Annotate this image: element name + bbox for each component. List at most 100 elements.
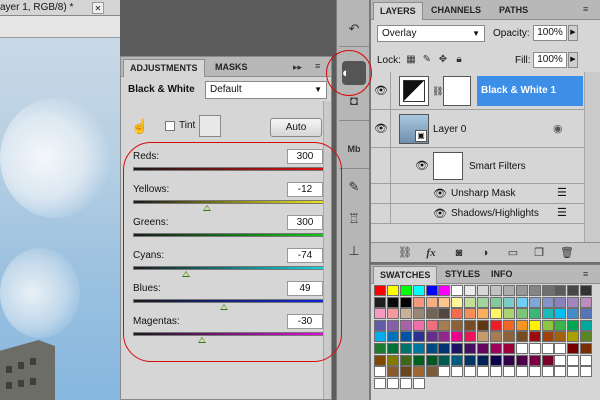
new-layer-icon[interactable]: ❐	[531, 245, 547, 261]
color-swatch[interactable]	[477, 366, 490, 378]
color-swatch[interactable]	[412, 331, 425, 343]
color-swatch[interactable]	[554, 308, 567, 320]
color-swatch[interactable]	[515, 366, 528, 378]
color-swatch[interactable]	[374, 354, 386, 366]
color-swatch[interactable]	[541, 342, 554, 354]
color-swatch[interactable]	[477, 331, 490, 343]
color-swatch[interactable]	[438, 366, 451, 378]
color-swatch[interactable]	[386, 366, 399, 378]
color-swatch[interactable]	[477, 319, 490, 331]
color-swatch[interactable]	[464, 366, 477, 378]
color-swatch[interactable]	[554, 285, 567, 296]
color-swatch[interactable]	[490, 296, 503, 308]
color-swatch[interactable]	[464, 319, 477, 331]
color-swatch[interactable]	[464, 331, 477, 343]
color-swatch[interactable]	[412, 285, 425, 296]
color-swatch[interactable]	[515, 319, 528, 331]
color-swatch[interactable]	[374, 319, 386, 331]
color-swatch[interactable]	[580, 296, 593, 308]
color-swatch[interactable]	[464, 354, 477, 366]
color-swatch[interactable]	[412, 319, 425, 331]
preset-dropdown[interactable]: Default ▼	[205, 81, 327, 99]
color-swatch[interactable]	[399, 319, 412, 331]
visibility-eye-icon[interactable]: 👁︎	[374, 84, 388, 97]
color-swatch[interactable]	[425, 285, 438, 296]
chain-link-icon[interactable]: ⛓	[432, 86, 443, 97]
color-swatch[interactable]	[528, 285, 541, 296]
color-swatch[interactable]	[502, 331, 515, 343]
lock-all-icon[interactable]: 🔒︎	[453, 54, 465, 66]
color-swatch[interactable]	[515, 308, 528, 320]
color-swatch[interactable]	[477, 354, 490, 366]
color-swatch[interactable]	[374, 296, 386, 308]
color-swatch[interactable]	[386, 285, 399, 296]
color-swatch[interactable]	[425, 366, 438, 378]
color-swatch[interactable]	[541, 308, 554, 320]
panel-menu-icon[interactable]: ≡	[583, 269, 588, 279]
color-swatch[interactable]	[399, 331, 412, 343]
color-swatch[interactable]	[567, 308, 580, 320]
color-swatch[interactable]	[502, 342, 515, 354]
color-swatch[interactable]	[567, 354, 580, 366]
color-swatch[interactable]	[374, 308, 386, 320]
tint-checkbox[interactable]	[165, 121, 175, 131]
color-swatch[interactable]	[528, 331, 541, 343]
color-swatch[interactable]	[386, 308, 399, 320]
color-swatch[interactable]	[567, 366, 580, 378]
add-mask-icon[interactable]: ◙	[451, 245, 467, 261]
trash-icon[interactable]: 🗑︎	[559, 245, 575, 261]
opacity-input[interactable]: 100%	[533, 25, 567, 41]
color-swatch[interactable]	[541, 354, 554, 366]
color-swatch[interactable]	[374, 331, 386, 343]
document-tab-close-icon[interactable]: ✕	[92, 2, 104, 14]
color-swatch[interactable]	[567, 296, 580, 308]
tab-styles[interactable]: STYLES	[439, 266, 486, 284]
filter-row-unsharp-mask[interactable]: 👁︎ Unsharp Mask ☰	[371, 184, 584, 204]
tab-layers[interactable]: LAYERS	[373, 2, 423, 20]
color-swatch[interactable]	[528, 308, 541, 320]
color-swatch[interactable]	[528, 319, 541, 331]
color-swatch[interactable]	[528, 354, 541, 366]
color-swatch[interactable]	[438, 331, 451, 343]
auto-button[interactable]: Auto	[270, 118, 322, 137]
color-swatch[interactable]	[438, 319, 451, 331]
color-swatch[interactable]	[438, 354, 451, 366]
color-swatch[interactable]	[412, 308, 425, 320]
color-swatch[interactable]	[451, 319, 464, 331]
color-swatch[interactable]	[567, 342, 580, 354]
filter-blending-options-icon[interactable]: ☰	[557, 206, 567, 219]
color-swatch[interactable]	[580, 342, 593, 354]
color-swatch[interactable]	[490, 308, 503, 320]
lock-transparent-icon[interactable]: ▦	[405, 54, 417, 66]
blend-mode-dropdown[interactable]: Overlay ▼	[377, 25, 485, 42]
color-swatch[interactable]	[580, 308, 593, 320]
color-swatch[interactable]	[567, 331, 580, 343]
color-swatch[interactable]	[528, 366, 541, 378]
layer-row-layer-0[interactable]: 👁︎ ▣ Layer 0 ◉	[371, 110, 584, 148]
color-swatch[interactable]	[567, 319, 580, 331]
history-icon[interactable]: ↶	[343, 18, 365, 40]
color-swatch[interactable]	[477, 296, 490, 308]
tab-swatches[interactable]: SWATCHES	[373, 266, 438, 284]
color-swatch[interactable]	[515, 296, 528, 308]
brushes-icon[interactable]: ✎	[343, 176, 365, 198]
color-swatch[interactable]	[580, 319, 593, 331]
color-swatch[interactable]	[502, 319, 515, 331]
color-swatch[interactable]	[386, 377, 399, 389]
color-swatch[interactable]	[490, 366, 503, 378]
tool-presets-icon[interactable]: ⊥	[343, 240, 365, 262]
color-swatch[interactable]	[541, 366, 554, 378]
color-swatch[interactable]	[515, 331, 528, 343]
color-swatch[interactable]	[386, 319, 399, 331]
color-swatch[interactable]	[438, 308, 451, 320]
tab-info[interactable]: INFO	[485, 266, 519, 284]
color-swatch[interactable]	[490, 285, 503, 296]
color-swatch[interactable]	[528, 296, 541, 308]
color-swatch[interactable]	[580, 285, 593, 296]
color-swatch[interactable]	[554, 296, 567, 308]
color-swatch[interactable]	[425, 319, 438, 331]
color-swatch[interactable]	[399, 285, 412, 296]
color-swatch[interactable]	[490, 319, 503, 331]
color-swatch[interactable]	[464, 296, 477, 308]
lock-position-icon[interactable]: ✥	[437, 54, 449, 66]
